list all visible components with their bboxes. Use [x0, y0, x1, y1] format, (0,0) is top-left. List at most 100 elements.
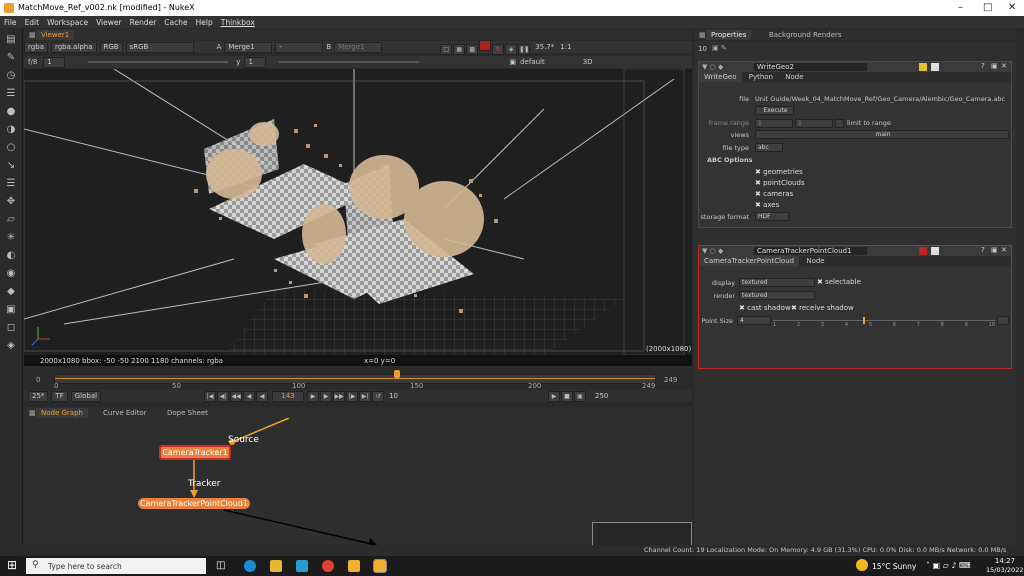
help-icon-2[interactable]: ? — [981, 246, 985, 254]
minimize-icon[interactable]: – — [958, 2, 963, 13]
timeline[interactable]: 0 249 0 50 100 150 200 249 — [24, 370, 692, 390]
pointcloud-name[interactable]: CameraTrackerPointCloud1 — [754, 247, 867, 255]
wipe-icon[interactable]: ▦ — [453, 43, 466, 55]
node-color-icon[interactable] — [919, 63, 927, 71]
flipbook-icon[interactable]: ▶ — [548, 390, 560, 402]
execute-button[interactable]: Execute — [755, 106, 794, 115]
views-icon[interactable]: ◉ — [5, 268, 17, 280]
tab-node[interactable]: Node — [780, 72, 808, 82]
play-icon[interactable]: ▶ — [307, 390, 320, 402]
filter-icon[interactable]: ◑ — [5, 124, 17, 136]
next-key-icon[interactable]: |▶ — [346, 390, 359, 402]
skip-start-icon[interactable]: |◀ — [204, 390, 217, 402]
proxy-icon[interactable]: ◈ — [505, 43, 518, 55]
playhead[interactable] — [394, 370, 400, 378]
stack-icon[interactable]: ☰ — [5, 178, 17, 190]
keyer-icon[interactable]: ○ — [5, 142, 17, 154]
close-panel-icon[interactable]: ✕ — [1001, 62, 1007, 70]
draw-icon[interactable]: ✎ — [5, 52, 17, 64]
float-icon-2[interactable]: ▣ — [991, 246, 998, 254]
clock-date[interactable]: 15/03/2022 — [986, 566, 1023, 574]
task-view-icon[interactable]: ◫ — [216, 560, 225, 571]
alpha-select[interactable]: rgba.alpha — [50, 41, 97, 53]
nukex-icon[interactable] — [373, 559, 387, 573]
point-size-slider[interactable] — [773, 320, 995, 321]
skip-end-icon[interactable]: ▶| — [359, 390, 372, 402]
tab-python[interactable]: Python — [744, 72, 778, 82]
frame-start-field[interactable]: 1 — [755, 119, 793, 128]
fstop-label[interactable]: f/8 — [28, 58, 37, 66]
weather-text[interactable]: 15°C Sunny — [872, 562, 916, 571]
lut-icon[interactable]: ▩ — [466, 43, 479, 55]
step-back-icon[interactable]: ◀◀ — [230, 390, 243, 402]
prev-frame-icon[interactable]: ◀ — [243, 390, 256, 402]
taskbar-search[interactable]: ⚲ Type here to search — [26, 558, 206, 574]
tab-cameratrackerpointcloud[interactable]: CameraTrackerPointCloud — [699, 256, 800, 266]
tab-dope-sheet[interactable]: Dope Sheet — [162, 408, 213, 418]
play-back-icon[interactable]: ◀ — [256, 390, 269, 402]
viewer-3d-viewport[interactable]: (2000x1080) — [24, 69, 692, 355]
tab-curve-editor[interactable]: Curve Editor — [98, 408, 152, 418]
ratio-value[interactable]: 1:1 — [560, 43, 571, 51]
toolsets-icon[interactable]: ▣ — [5, 304, 17, 316]
input-b-select[interactable]: Merge1 — [334, 41, 383, 53]
tray-icons[interactable]: ˄ ▣ ▱ ♪ ⌨ — [926, 561, 971, 570]
close-icon[interactable]: ✕ — [1008, 2, 1016, 13]
node-cameratracker[interactable]: CameraTracker1 — [159, 445, 231, 460]
node-pointcloud[interactable]: CameraTrackerPointCloud1 — [138, 498, 250, 509]
menu-cache[interactable]: Cache — [164, 18, 187, 27]
point-size-field[interactable]: 4 — [737, 316, 771, 325]
file-explorer-icon[interactable] — [270, 560, 282, 572]
timeline-track[interactable] — [54, 374, 656, 384]
display-select[interactable]: textured — [739, 278, 815, 287]
storage-select[interactable]: HDF — [755, 212, 789, 221]
scope-select[interactable]: Global — [70, 390, 102, 402]
panel-tools-icons[interactable]: ▣ ✎ — [712, 44, 727, 52]
frame-end-field[interactable]: 1 — [795, 119, 833, 128]
pointclouds-checkbox[interactable]: ✖ pointClouds — [755, 179, 805, 187]
clock-time[interactable]: 14:27 — [990, 557, 1020, 565]
node-graph[interactable]: CameraTracker1 Source Tracker CameraTrac… — [24, 418, 692, 554]
display-select[interactable]: RGB — [99, 41, 123, 53]
gamma-slider[interactable] — [279, 61, 420, 63]
menu-viewer[interactable]: Viewer — [96, 18, 122, 27]
menu-edit[interactable]: Edit — [25, 18, 40, 27]
render-pause-icon[interactable] — [479, 39, 492, 51]
refresh-icon[interactable]: ↻ — [492, 43, 505, 55]
maya-icon[interactable] — [296, 560, 308, 572]
menu-file[interactable]: File — [4, 18, 17, 27]
camera-icon[interactable]: ▣ — [509, 58, 516, 66]
transform-icon[interactable]: ✥ — [5, 196, 17, 208]
furnace-icon[interactable]: ◈ — [5, 340, 17, 352]
increment-field[interactable]: 10 — [389, 392, 398, 400]
channel-icon[interactable]: ☰ — [5, 88, 17, 100]
tab-node-2[interactable]: Node — [801, 256, 829, 266]
cast-shadow-checkbox[interactable]: ✖ cast shadow — [739, 304, 791, 312]
loop-icon[interactable]: ↺ — [372, 390, 385, 402]
views-select[interactable]: main — [755, 130, 1009, 139]
compare-icon[interactable]: ▣ — [574, 390, 586, 402]
tab-writegeo[interactable]: WriteGeo — [699, 72, 742, 82]
font-color-icon[interactable] — [931, 63, 939, 71]
next-frame-icon[interactable]: ▶ — [320, 390, 333, 402]
writegeo-name[interactable]: WriteGeo2 — [754, 63, 867, 71]
limit-range-checkbox[interactable] — [835, 119, 844, 128]
deep-icon[interactable]: ◐ — [5, 250, 17, 262]
menu-help[interactable]: Help — [196, 18, 213, 27]
cameras-checkbox[interactable]: ✖ cameras — [755, 190, 793, 198]
geometries-checkbox[interactable]: ✖ geometries — [755, 168, 803, 176]
edge-icon[interactable] — [244, 560, 256, 572]
tab-background-renders[interactable]: Background Renders — [764, 30, 847, 40]
float-icon[interactable]: ▣ — [991, 62, 998, 70]
animation-menu-icon[interactable] — [997, 316, 1009, 325]
help-icon[interactable]: ? — [981, 62, 985, 70]
render-select[interactable]: textured — [739, 291, 815, 300]
collapse-icon-2[interactable]: ▼ ○ ◆ — [702, 247, 723, 255]
gain-slider[interactable] — [88, 61, 229, 63]
tf-select[interactable]: TF — [51, 390, 68, 402]
input-a-select[interactable]: Merge1 — [224, 41, 273, 53]
metadata-icon[interactable]: ◆ — [5, 286, 17, 298]
end-frame-field[interactable]: 250 — [595, 392, 608, 400]
windows-start-icon[interactable]: ⊞ — [7, 558, 17, 572]
channels-select[interactable]: rgba — [24, 41, 48, 53]
